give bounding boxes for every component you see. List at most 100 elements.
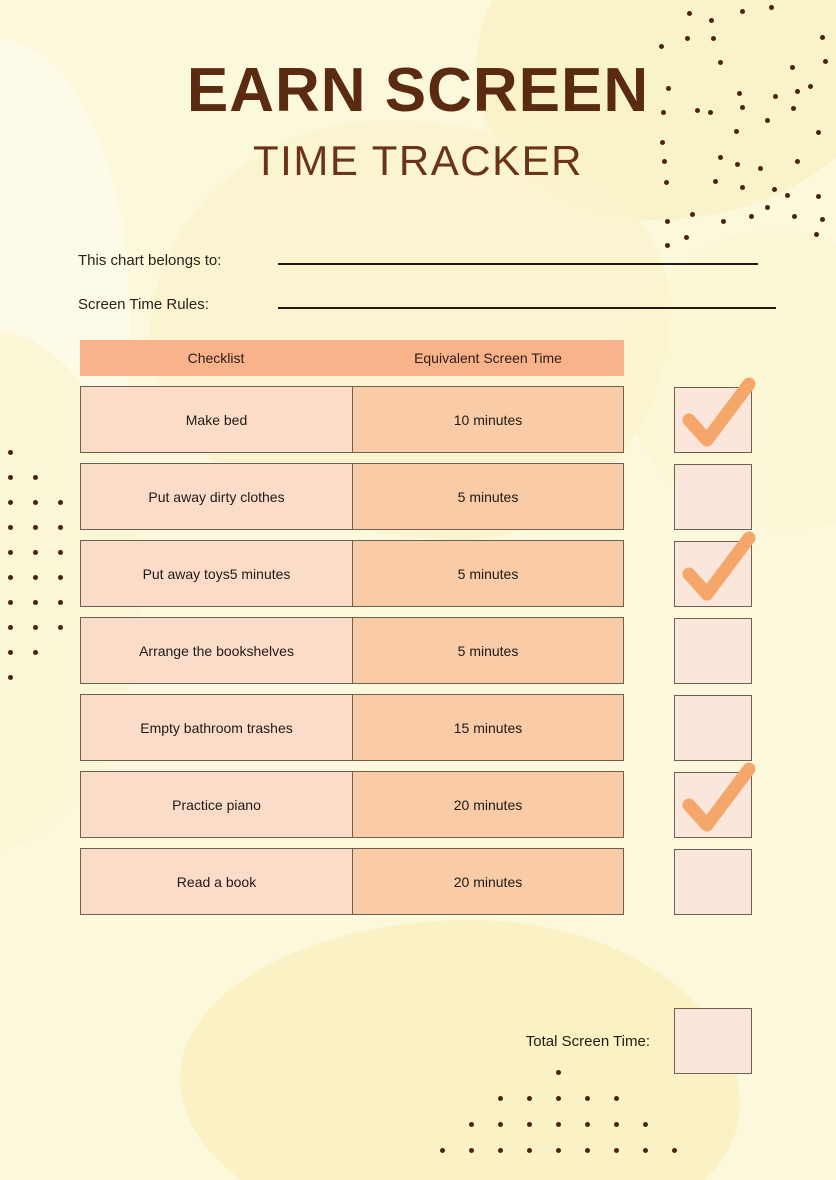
decorative-dot	[720, 218, 726, 224]
decorative-dot	[440, 1148, 445, 1153]
decorative-dot	[614, 1096, 619, 1101]
decorative-dot	[33, 575, 38, 580]
row-checkbox[interactable]	[674, 762, 756, 838]
decorative-dot	[8, 500, 13, 505]
decorative-dot	[709, 18, 715, 24]
decorative-dot	[58, 500, 63, 505]
decorative-dot	[772, 187, 778, 193]
decorative-dot	[683, 234, 689, 240]
decorative-dot	[8, 575, 13, 580]
decorative-dot	[58, 550, 63, 555]
decorative-dot	[527, 1122, 532, 1127]
decorative-dot	[556, 1096, 561, 1101]
decorative-dot	[498, 1122, 503, 1127]
field-row-belongs-to: This chart belongs to:	[78, 248, 758, 292]
row-checkbox[interactable]	[674, 848, 752, 915]
decorative-dot	[33, 600, 38, 605]
row-checkbox[interactable]	[674, 377, 756, 453]
row-checkbox[interactable]	[674, 463, 752, 530]
decorative-dot	[8, 450, 13, 455]
row-checkbox[interactable]	[674, 531, 756, 607]
decorative-dot	[585, 1096, 590, 1101]
decorative-dot	[33, 500, 38, 505]
decorative-dot	[58, 625, 63, 630]
form-fields: This chart belongs to: Screen Time Rules…	[78, 248, 776, 336]
decorative-dot	[684, 36, 690, 42]
decorative-dot	[739, 8, 745, 14]
cell-task: Put away toys5 minutes	[80, 540, 352, 607]
field-row-rules: Screen Time Rules:	[78, 292, 776, 336]
decorative-dot	[814, 231, 820, 237]
check-icon	[682, 762, 756, 831]
decorative-dot	[614, 1122, 619, 1127]
cell-screen-time: 5 minutes	[352, 540, 624, 607]
cell-screen-time: 20 minutes	[352, 848, 624, 915]
screen-time-rules-label: Screen Time Rules:	[78, 296, 209, 313]
dot-pattern-left	[8, 450, 88, 680]
page-title: EARN SCREEN	[186, 56, 650, 125]
total-screen-time-label: Total Screen Time:	[525, 1032, 650, 1050]
cell-screen-time: 5 minutes	[352, 617, 624, 684]
page-subtitle: TIME TRACKER	[253, 137, 583, 184]
cell-screen-time: 20 minutes	[352, 771, 624, 838]
check-icon	[682, 377, 756, 446]
decorative-dot	[8, 650, 13, 655]
decorative-dot	[784, 193, 790, 199]
title-block: EARN SCREEN TIME TRACKER	[0, 60, 836, 182]
table-body: Make bed 10 minutes Put away dirty clothes…	[80, 377, 756, 915]
poster-canvas: EARN SCREEN TIME TRACKER This chart belo…	[0, 0, 836, 1180]
decorative-dot	[643, 1148, 648, 1153]
column-header-screen-time: Equivalent Screen Time	[414, 350, 562, 366]
table-row: Put away dirty clothes 5 minutes	[80, 463, 756, 530]
screen-time-rules-input-line[interactable]	[278, 292, 776, 309]
belongs-to-label: This chart belongs to:	[78, 252, 222, 269]
table-row: Make bed 10 minutes	[80, 377, 756, 453]
cell-screen-time: 10 minutes	[352, 386, 624, 453]
table-header-row: Checklist Equivalent Screen Time	[80, 340, 624, 376]
row-checkbox[interactable]	[674, 694, 752, 761]
decorative-dot	[527, 1096, 532, 1101]
belongs-to-input-line[interactable]	[278, 248, 758, 265]
decorative-dot	[665, 219, 671, 225]
decorative-dot	[748, 214, 754, 220]
cell-screen-time: 15 minutes	[352, 694, 624, 761]
decorative-dot	[498, 1096, 503, 1101]
total-screen-time-row: Total Screen Time:	[80, 1008, 756, 1074]
table-row: Put away toys5 minutes 5 minutes	[80, 531, 756, 607]
decorative-dot	[8, 525, 13, 530]
total-screen-time-box[interactable]	[674, 1008, 752, 1074]
table-row: Arrange the bookshelves 5 minutes	[80, 617, 756, 684]
decorative-dot	[686, 11, 692, 17]
decorative-dot	[33, 650, 38, 655]
decorative-dot	[33, 550, 38, 555]
check-icon	[682, 531, 756, 600]
decorative-dot	[791, 214, 797, 220]
table-row: Read a book 20 minutes	[80, 848, 756, 915]
decorative-dot	[33, 625, 38, 630]
decorative-dot	[58, 575, 63, 580]
dot-pattern-bottom	[440, 1070, 720, 1170]
decorative-dot	[556, 1148, 561, 1153]
decorative-dot	[672, 1148, 677, 1153]
table-row: Practice piano 20 minutes	[80, 762, 756, 838]
decorative-dot	[585, 1122, 590, 1127]
cell-screen-time: 5 minutes	[352, 463, 624, 530]
decorative-dot	[527, 1148, 532, 1153]
decorative-dot	[658, 44, 664, 50]
cell-task: Empty bathroom trashes	[80, 694, 352, 761]
decorative-dot	[820, 216, 825, 222]
decorative-dot	[740, 185, 746, 191]
decorative-dot	[585, 1148, 590, 1153]
decorative-dot	[8, 550, 13, 555]
decorative-dot	[8, 600, 13, 605]
decorative-dot	[58, 525, 63, 530]
table-row: Empty bathroom trashes 15 minutes	[80, 694, 756, 761]
cell-task: Read a book	[80, 848, 352, 915]
decorative-dot	[33, 475, 38, 480]
decorative-dot	[614, 1148, 619, 1153]
row-checkbox[interactable]	[674, 617, 752, 684]
decorative-dot	[8, 675, 13, 680]
decorative-dot	[8, 625, 13, 630]
cell-task: Make bed	[80, 386, 352, 453]
decorative-dot	[765, 205, 771, 211]
